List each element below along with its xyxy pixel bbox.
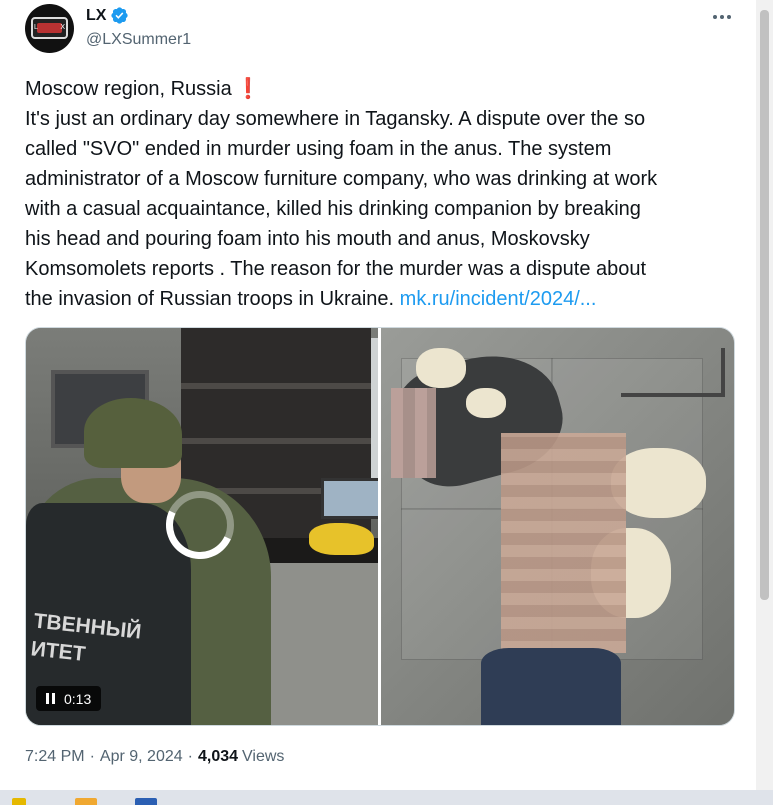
meta-separator: · [89,748,95,765]
video-player[interactable]: ТВЕННЫЙ ИТЕТ 0:13 [26,328,378,725]
taskbar-widget-icon[interactable] [12,798,26,805]
logo-letter-x: X [60,24,65,31]
tweet-line: the invasion of Russian troops in Ukrain… [25,284,743,314]
tweet-line: with a casual acquaintance, killed his d… [25,198,641,220]
more-dot-icon [720,15,724,19]
media-grid: ТВЕННЫЙ ИТЕТ 0:13 [25,327,735,726]
scene-yellow-bag [309,523,374,555]
views-count: 4,034 [197,748,239,765]
article-link[interactable]: mk.ru/incident/2024/... [400,288,597,310]
tweet-meta: 7:24 PM · Apr 9, 2024 · 4,034 Views [25,748,284,766]
video-controls[interactable]: 0:13 [36,686,102,711]
pause-icon[interactable] [46,693,55,704]
scene-foam [416,348,466,388]
taskbar [0,790,773,805]
pixelated-region [391,388,436,478]
tweet-line-text: Moscow region, Russia [25,78,232,100]
more-dot-icon [727,15,731,19]
pixelated-region [501,433,626,653]
scene-screen [321,478,378,519]
more-options-button[interactable] [707,4,737,30]
author-name-row: LX [86,6,129,25]
author-display-name[interactable]: LX [86,7,106,25]
tweet-line: his head and pouring foam into his mouth… [25,228,590,250]
tweet-date[interactable]: Apr 9, 2024 [100,748,183,766]
tweet-line: It's just an ordinary day somewhere in T… [25,108,646,130]
verified-badge-icon[interactable] [110,6,129,25]
scene-pipe [621,348,725,397]
taskbar-folder-icon[interactable] [75,798,97,805]
shelf-board [181,383,371,389]
avatar[interactable]: L X [25,4,74,53]
shelf-board [181,438,371,444]
scene-person-cap [84,398,182,468]
video-time: 0:13 [64,690,92,707]
logo-center [37,23,62,33]
meta-separator: · [187,748,193,765]
media-image[interactable] [381,328,734,725]
tweet-text: Moscow region, Russia ❗ It's just an ordin… [25,74,743,314]
author-handle[interactable]: @LXSummer1 [86,31,191,49]
scene-jeans [481,648,621,725]
scrollbar-thumb[interactable] [760,10,769,600]
tweet-line: Moscow region, Russia ❗ [25,74,743,104]
tweet-time[interactable]: 7:24 PM [25,748,85,766]
vest-lettering: ТВЕННЫЙ ИТЕТ [29,609,143,666]
views-label: Views [242,748,285,765]
vertical-scrollbar[interactable] [756,0,773,790]
tweet-line: called "SVO" ended in murder using foam … [25,138,612,160]
more-dot-icon [713,15,717,19]
taskbar-app-icon[interactable] [135,798,157,805]
tweet-line-text: the invasion of Russian troops in Ukrain… [25,288,395,310]
tweet-line: Komsomolets reports . The reason for the… [25,258,647,280]
tweet-line: administrator of a Moscow furniture comp… [25,168,658,190]
tweet-card: L X LX @LXSummer1 Moscow region, Russia ❗… [0,0,756,805]
exclamation-emoji-icon: ❗ [235,78,261,100]
logo-letter-l: L [34,24,38,31]
scene-foam [466,388,506,418]
